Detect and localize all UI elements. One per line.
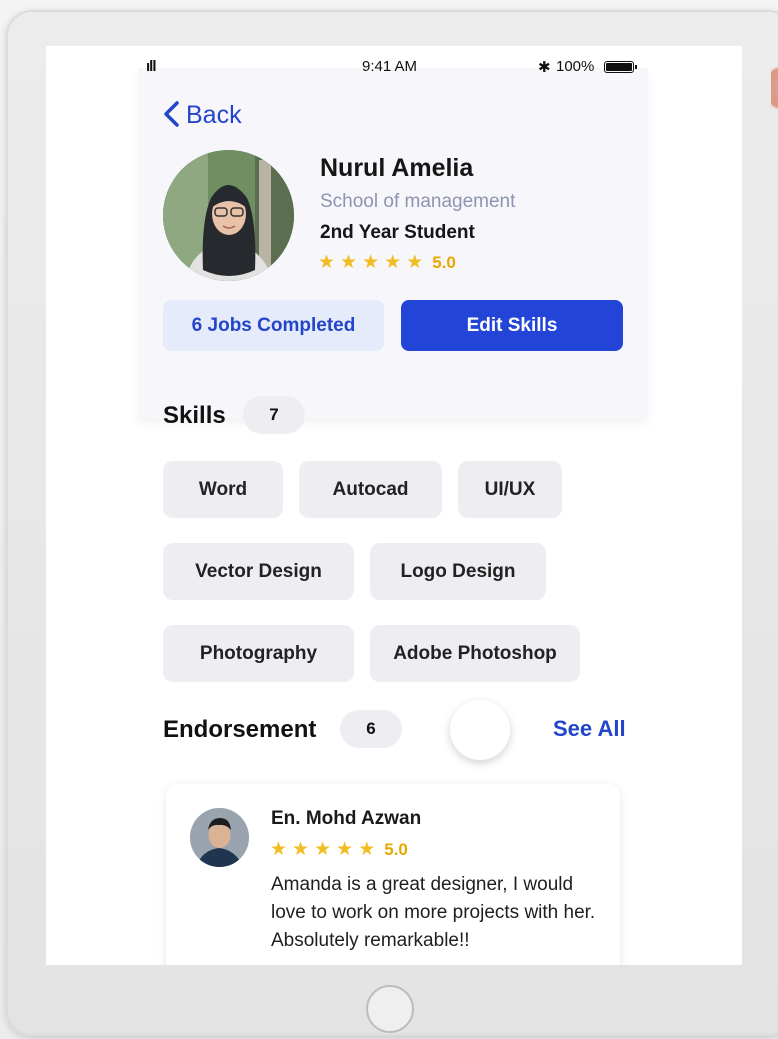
jobs-completed-button[interactable]: 6 Jobs Completed <box>163 300 384 351</box>
skill-chip[interactable]: Word <box>163 461 283 518</box>
star-icon: ★ <box>292 839 310 860</box>
skill-chip[interactable]: Adobe Photoshop <box>370 625 580 682</box>
profile-rating: ★ ★ ★ ★ ★ 5.0 <box>318 251 456 274</box>
star-icon: ★ <box>358 839 376 860</box>
profile-name: Nurul Amelia <box>320 154 474 182</box>
star-icon: ★ <box>314 839 332 860</box>
floating-button[interactable] <box>450 700 510 760</box>
see-all-link[interactable]: See All <box>553 716 626 742</box>
rating-value: 5.0 <box>432 252 456 272</box>
battery-icon <box>604 61 637 73</box>
star-icon: ★ <box>384 252 402 273</box>
skill-chip[interactable]: Photography <box>163 625 354 682</box>
app-screen: ıll 9:41 AM ✱ 100% Back Nurul Amelia Sch… <box>46 46 742 965</box>
rating-value: 5.0 <box>384 839 408 859</box>
avatar <box>163 150 294 281</box>
star-icon: ★ <box>406 252 424 273</box>
back-button[interactable]: Back <box>162 98 242 132</box>
signal-icon: ıll <box>146 58 156 75</box>
status-time: 9:41 AM <box>362 58 418 75</box>
avatar <box>190 808 249 867</box>
status-bar: ıll 9:41 AM ✱ 100% <box>46 56 742 80</box>
endorser-rating: ★ ★ ★ ★ ★ 5.0 <box>270 838 408 861</box>
edit-skills-button[interactable]: Edit Skills <box>401 300 623 351</box>
star-icon: ★ <box>318 252 336 273</box>
star-icon: ★ <box>362 252 380 273</box>
skill-chip[interactable]: UI/UX <box>458 461 562 518</box>
camera-icon <box>771 58 778 118</box>
skill-chip[interactable]: Vector Design <box>163 543 354 600</box>
endorser-name: En. Mohd Azwan <box>271 808 422 829</box>
skills-count-badge: 7 <box>243 396 305 434</box>
chevron-left-icon <box>162 100 180 128</box>
endorsement-card[interactable]: En. Mohd Azwan ★ ★ ★ ★ ★ 5.0 Amanda is a… <box>166 784 620 965</box>
home-button[interactable] <box>366 985 414 1033</box>
endorsement-title: Endorsement <box>163 716 317 743</box>
skills-title: Skills <box>163 402 226 429</box>
star-icon: ★ <box>340 252 358 273</box>
star-icon: ★ <box>336 839 354 860</box>
profile-school: School of management <box>320 191 516 212</box>
profile-year: 2nd Year Student <box>320 222 475 243</box>
skill-chip[interactable]: Autocad <box>299 461 442 518</box>
back-label: Back <box>186 100 242 129</box>
bluetooth-icon: ✱ <box>538 59 551 76</box>
star-icon: ★ <box>270 839 288 860</box>
battery-percentage: 100% <box>556 58 595 75</box>
skill-chip[interactable]: Logo Design <box>370 543 546 600</box>
endorsement-count-badge: 6 <box>340 710 402 748</box>
endorsement-text: Amanda is a great designer, I would love… <box>271 874 596 951</box>
